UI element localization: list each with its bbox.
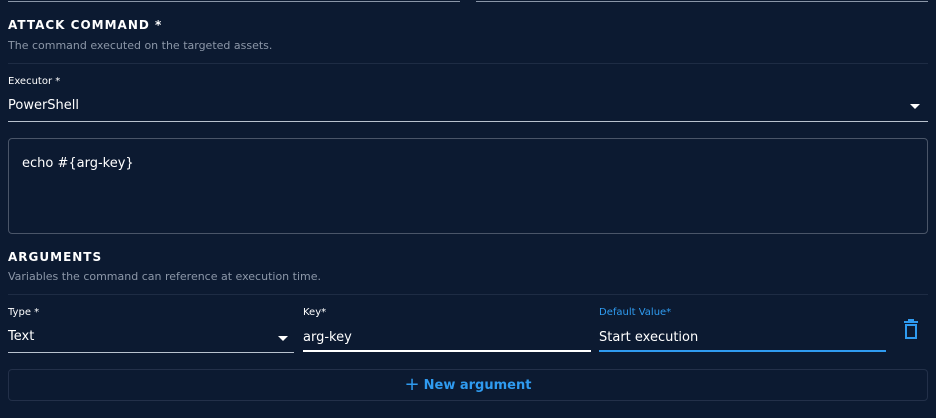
plus-icon: + [404, 374, 420, 395]
executor-underline [8, 121, 928, 122]
argument-type-value: Text [8, 329, 35, 344]
executor-select[interactable]: Executor * PowerShell [8, 74, 928, 122]
new-argument-button[interactable]: + New argument [8, 369, 928, 401]
previous-field-underline-left [8, 1, 460, 2]
argument-key-field[interactable]: Key* arg-key [303, 306, 591, 354]
previous-field-underline-right [476, 1, 928, 2]
command-value: echo #{arg-key} [22, 156, 134, 171]
new-argument-label: New argument [423, 377, 532, 393]
argument-default-value-value: Start execution [599, 330, 699, 345]
argument-key-value: arg-key [303, 330, 352, 345]
argument-type-underline [8, 352, 294, 353]
executor-value: PowerShell [8, 98, 80, 113]
arguments-description: Variables the command can reference at e… [8, 270, 321, 283]
arguments-title: ARGUMENTS [8, 250, 103, 264]
arguments-divider [8, 294, 928, 295]
attack-command-title: ATTACK COMMAND * [8, 18, 163, 32]
executor-label: Executor * [8, 76, 61, 87]
attack-command-divider [8, 63, 928, 64]
attack-command-description: The command executed on the targeted ass… [8, 39, 273, 52]
argument-default-value-underline [599, 350, 886, 352]
trash-icon [904, 319, 918, 339]
argument-default-value-label: Default Value* [599, 307, 672, 318]
command-textarea[interactable]: echo #{arg-key} [8, 138, 928, 234]
argument-key-label: Key* [303, 307, 327, 318]
argument-type-label: Type * [8, 307, 40, 318]
delete-argument-button[interactable] [901, 319, 921, 341]
caret-down-icon [278, 336, 288, 341]
argument-default-value-field[interactable]: Default Value* Start execution [599, 306, 886, 354]
caret-down-icon [910, 104, 920, 109]
argument-type-select[interactable]: Type * Text [8, 306, 294, 354]
argument-key-underline [303, 350, 591, 352]
